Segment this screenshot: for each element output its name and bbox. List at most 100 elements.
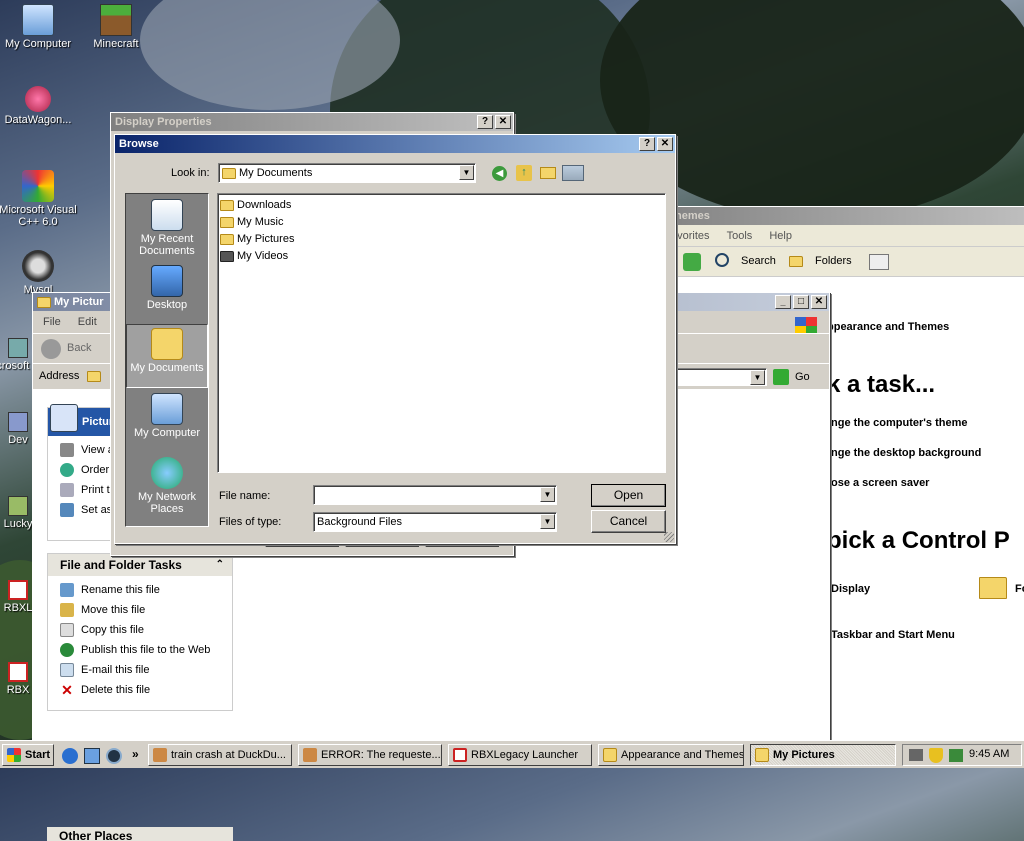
cancel-button[interactable]: Cancel	[591, 510, 666, 533]
clock[interactable]: 9:45 AM	[969, 748, 1009, 760]
go-arrow-icon[interactable]	[773, 369, 789, 385]
task-copy-file[interactable]: Copy this file	[48, 620, 232, 640]
datawagon-icon	[25, 86, 51, 112]
explorer-icon[interactable]	[84, 748, 100, 764]
task-delete-file[interactable]: ✕ Delete this file	[48, 680, 232, 700]
views-icon[interactable]	[869, 254, 889, 270]
ie-icon[interactable]	[62, 748, 78, 764]
taskbar-item-my-pictures[interactable]: My Pictures	[750, 744, 896, 766]
desktop-icon-minecraft[interactable]: Minecraft	[76, 4, 156, 50]
close-button[interactable]: ✕	[657, 137, 673, 151]
folders-icon	[789, 256, 803, 267]
taskbar: Start » train crash at DuckDu... ERROR: …	[0, 740, 1024, 768]
back-arrow-icon[interactable]	[41, 339, 61, 359]
browse-titlebar[interactable]: Browse ? ✕	[115, 135, 675, 153]
new-folder-icon[interactable]	[540, 167, 556, 179]
task-rename-file[interactable]: Rename this file	[48, 580, 232, 600]
cp-task-2[interactable]: nge the desktop background	[831, 447, 981, 459]
look-in-select[interactable]: My Documents ▼	[218, 163, 476, 183]
search-button[interactable]: Search	[741, 255, 776, 267]
files-of-type-select[interactable]: Background Files ▼	[313, 512, 557, 532]
view-menu-icon[interactable]	[562, 165, 584, 181]
collapse-chevron-icon[interactable]: ⌃	[216, 554, 224, 576]
place-my-documents[interactable]: My Documents	[126, 324, 208, 388]
task-publish-file[interactable]: Publish this file to the Web	[48, 640, 232, 660]
keyboard-icon[interactable]	[909, 749, 923, 761]
network-icon[interactable]	[949, 749, 963, 762]
other-places-header[interactable]: Other Places	[47, 827, 233, 841]
task-email-file[interactable]: E-mail this file	[48, 660, 232, 680]
open-button[interactable]: Open	[591, 484, 666, 507]
cp-task-1[interactable]: nge the computer's theme	[831, 417, 967, 429]
up-folder-icon[interactable]: ↑	[516, 165, 532, 181]
menu-file[interactable]: File	[43, 316, 61, 328]
address-input[interactable]: ▼	[673, 368, 767, 386]
cp-icon-folder-options[interactable]: Fo	[1015, 583, 1024, 595]
list-item[interactable]: My Pictures	[220, 231, 663, 248]
rbxlegacy-icon	[453, 748, 467, 762]
chevron-down-icon[interactable]: ▼	[459, 165, 474, 180]
menu-favorites[interactable]: avorites	[671, 230, 710, 242]
rename-icon	[60, 583, 74, 598]
cp-icon-display[interactable]: Display	[831, 583, 870, 595]
task-move-file[interactable]: Move this file	[48, 600, 232, 620]
maximize-button[interactable]: □	[793, 295, 809, 309]
place-my-network-places[interactable]: My Network Places	[126, 454, 208, 518]
places-bar: My Recent Documents Desktop My Documents…	[125, 193, 209, 527]
file-folder-tasks-header[interactable]: File and Folder Tasks ⌃	[48, 554, 232, 576]
close-button[interactable]: ✕	[811, 295, 827, 309]
menu-tools[interactable]: Tools	[727, 230, 753, 242]
cp-icon-taskbar[interactable]: Taskbar and Start Menu	[831, 629, 955, 641]
file-name-input[interactable]: ▼	[313, 485, 557, 505]
chevron-down-icon[interactable]: ▼	[540, 487, 555, 502]
chevron-down-icon[interactable]: ▼	[540, 514, 555, 529]
folders-button[interactable]: Folders	[815, 255, 852, 267]
desktop-icon-mysql[interactable]: Mysql	[0, 250, 78, 296]
control-panel-toolbar: Search Folders	[641, 247, 1024, 277]
cp-task-3[interactable]: ose a screen saver	[831, 477, 929, 489]
menu-edit[interactable]: Edit	[78, 316, 97, 328]
printer-icon	[60, 483, 74, 498]
browse-dialog[interactable]: Browse ? ✕ Look in: My Documents ▼ ◀ ↑ M…	[114, 134, 676, 544]
folder-icon	[220, 199, 234, 211]
taskbar-item-error[interactable]: ERROR: The requeste...	[298, 744, 442, 766]
place-desktop[interactable]: Desktop	[126, 262, 208, 326]
folder-icon	[755, 748, 769, 762]
start-button[interactable]: Start	[2, 744, 54, 766]
cp-heading-task: k a task...	[827, 371, 936, 398]
publish-globe-icon	[60, 643, 74, 658]
control-panel-titlebar[interactable]: hemes	[641, 207, 1024, 225]
taskbar-item-rbxlegacy[interactable]: RBXLegacy Launcher	[448, 744, 592, 766]
quicklaunch-chevron-icon[interactable]: »	[132, 747, 139, 761]
media-player-icon[interactable]	[106, 748, 122, 764]
back-arrow-icon[interactable]: ◀	[492, 166, 507, 181]
back-button[interactable]: Back	[67, 342, 91, 354]
display-properties-titlebar[interactable]: Display Properties ? ✕	[111, 113, 513, 131]
place-my-computer[interactable]: My Computer	[126, 390, 208, 454]
my-documents-icon	[151, 328, 183, 360]
security-shield-icon[interactable]	[929, 748, 943, 763]
list-item[interactable]: Downloads	[220, 197, 663, 214]
taskbar-item-browser[interactable]: train crash at DuckDu...	[148, 744, 292, 766]
desktop-icon-datawagon[interactable]: DataWagon...	[0, 86, 78, 126]
help-button[interactable]: ?	[477, 115, 493, 129]
taskbar-item-appearance-themes[interactable]: Appearance and Themes	[598, 744, 744, 766]
raccoon-icon	[22, 250, 54, 282]
desktop-icon-visual-cpp[interactable]: Microsoft Visual C++ 6.0	[0, 170, 78, 228]
minimize-button[interactable]: _	[775, 295, 791, 309]
resize-grip-icon[interactable]	[664, 532, 674, 542]
recent-documents-icon	[151, 199, 183, 231]
place-recent-documents[interactable]: My Recent Documents	[126, 196, 208, 260]
close-button[interactable]: ✕	[495, 115, 511, 129]
picture-tasks-title: Pictur	[82, 416, 114, 428]
go-button[interactable]: Go	[795, 371, 810, 383]
my-documents-folder-icon	[222, 167, 236, 179]
help-button[interactable]: ?	[639, 137, 655, 151]
music-folder-icon	[220, 216, 234, 228]
list-item[interactable]: My Music	[220, 214, 663, 231]
desktop-icon-my-computer[interactable]: My Computer	[0, 4, 78, 50]
menu-help[interactable]: Help	[769, 230, 792, 242]
list-item[interactable]: My Videos	[220, 248, 663, 265]
up-arrow-icon[interactable]	[683, 253, 701, 271]
file-list[interactable]: Downloads My Music My Pictures My Videos	[217, 193, 666, 473]
